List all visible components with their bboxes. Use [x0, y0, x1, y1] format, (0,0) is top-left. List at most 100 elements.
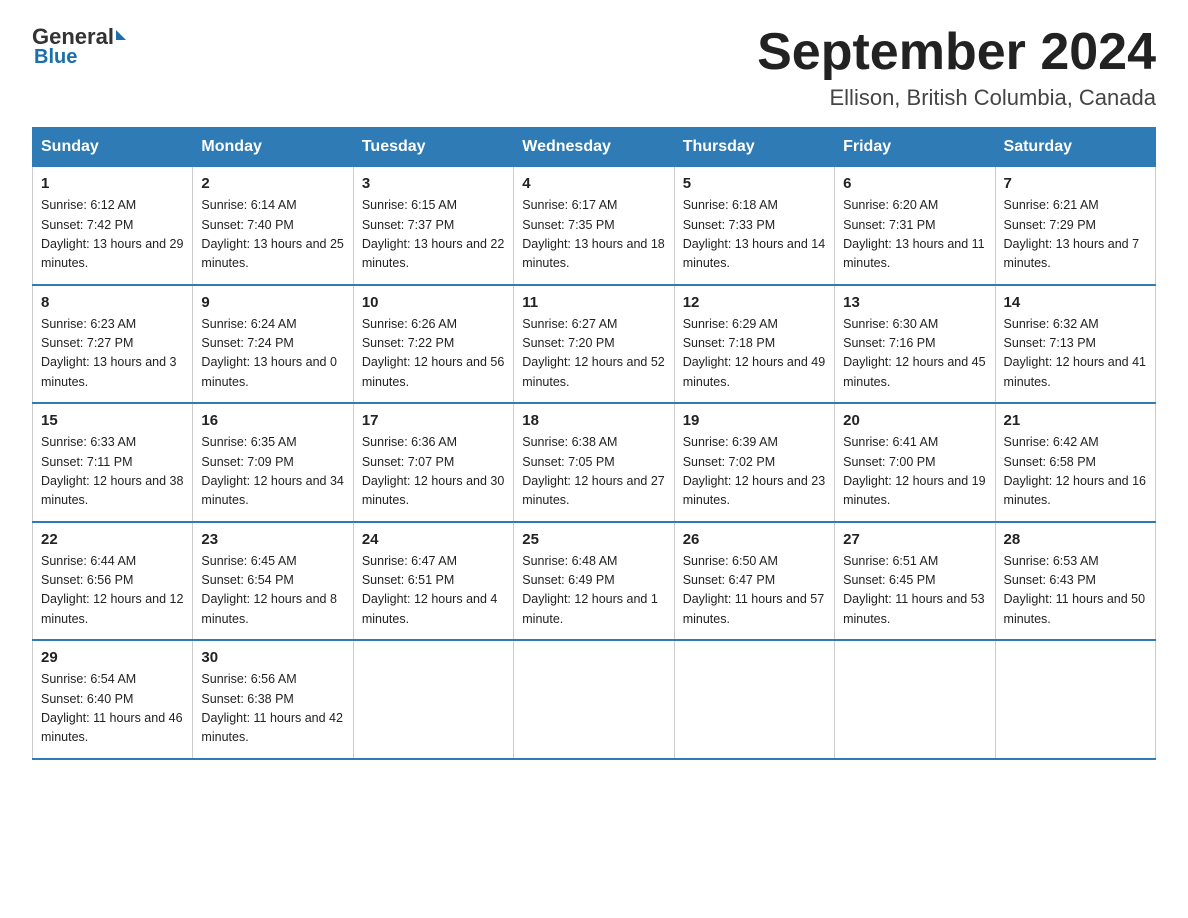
day-info: Sunrise: 6:36 AMSunset: 7:07 PMDaylight:… [362, 433, 505, 511]
calendar-cell: 27 Sunrise: 6:51 AMSunset: 6:45 PMDayligh… [835, 522, 995, 641]
weekday-header-tuesday: Tuesday [353, 128, 513, 167]
day-info: Sunrise: 6:26 AMSunset: 7:22 PMDaylight:… [362, 315, 505, 393]
calendar-cell: 4Sunrise: 6:17 AMSunset: 7:35 PMDaylight… [514, 167, 674, 285]
day-number: 10 [362, 294, 505, 311]
day-info: Sunrise: 6:20 AMSunset: 7:31 PMDaylight:… [843, 196, 986, 274]
calendar-cell: 25Sunrise: 6:48 AMSunset: 6:49 PMDayligh… [514, 522, 674, 641]
day-number: 26 [683, 531, 826, 548]
day-info: Sunrise: 6:15 AMSunset: 7:37 PMDaylight:… [362, 196, 505, 274]
day-info: Sunrise: 6:18 AMSunset: 7:33 PMDaylight:… [683, 196, 826, 274]
day-number: 18 [522, 412, 665, 429]
calendar-cell: 6 Sunrise: 6:20 AMSunset: 7:31 PMDaylight… [835, 167, 995, 285]
day-number: 11 [522, 294, 665, 311]
calendar-cell: 1 Sunrise: 6:12 AMSunset: 7:42 PMDaylight… [33, 167, 193, 285]
day-number: 24 [362, 531, 505, 548]
calendar-cell: 15 Sunrise: 6:33 AMSunset: 7:11 PMDayligh… [33, 403, 193, 522]
calendar-cell: 11 Sunrise: 6:27 AMSunset: 7:20 PMDayligh… [514, 285, 674, 404]
day-info: Sunrise: 6:42 AMSunset: 6:58 PMDaylight:… [1004, 433, 1147, 511]
day-info: Sunrise: 6:54 AMSunset: 6:40 PMDaylight:… [41, 670, 184, 748]
day-number: 27 [843, 531, 986, 548]
day-info: Sunrise: 6:35 AMSunset: 7:09 PMDaylight:… [201, 433, 344, 511]
day-info: Sunrise: 6:21 AMSunset: 7:29 PMDaylight:… [1004, 196, 1147, 274]
day-number: 5 [683, 175, 826, 192]
calendar-week-row: 8Sunrise: 6:23 AMSunset: 7:27 PMDaylight… [33, 285, 1156, 404]
calendar-cell: 5 Sunrise: 6:18 AMSunset: 7:33 PMDaylight… [674, 167, 834, 285]
calendar-week-row: 22Sunrise: 6:44 AMSunset: 6:56 PMDayligh… [33, 522, 1156, 641]
day-info: Sunrise: 6:45 AMSunset: 6:54 PMDaylight:… [201, 552, 344, 630]
day-number: 22 [41, 531, 184, 548]
calendar-cell: 19Sunrise: 6:39 AMSunset: 7:02 PMDayligh… [674, 403, 834, 522]
day-info: Sunrise: 6:14 AMSunset: 7:40 PMDaylight:… [201, 196, 344, 274]
day-number: 6 [843, 175, 986, 192]
calendar-cell: 22Sunrise: 6:44 AMSunset: 6:56 PMDayligh… [33, 522, 193, 641]
calendar-cell: 20Sunrise: 6:41 AMSunset: 7:00 PMDayligh… [835, 403, 995, 522]
calendar-cell: 16 Sunrise: 6:35 AMSunset: 7:09 PMDayligh… [193, 403, 353, 522]
calendar-cell: 26 Sunrise: 6:50 AMSunset: 6:47 PMDayligh… [674, 522, 834, 641]
day-info: Sunrise: 6:48 AMSunset: 6:49 PMDaylight:… [522, 552, 665, 630]
month-title: September 2024 [757, 24, 1156, 81]
day-info: Sunrise: 6:38 AMSunset: 7:05 PMDaylight:… [522, 433, 665, 511]
calendar-week-row: 29 Sunrise: 6:54 AMSunset: 6:40 PMDayligh… [33, 640, 1156, 759]
day-info: Sunrise: 6:32 AMSunset: 7:13 PMDaylight:… [1004, 315, 1147, 393]
calendar-cell: 12Sunrise: 6:29 AMSunset: 7:18 PMDayligh… [674, 285, 834, 404]
title-area: September 2024 Ellison, British Columbia… [757, 24, 1156, 111]
day-number: 17 [362, 412, 505, 429]
day-number: 3 [362, 175, 505, 192]
weekday-header-row: SundayMondayTuesdayWednesdayThursdayFrid… [33, 128, 1156, 167]
day-number: 28 [1004, 531, 1147, 548]
day-number: 7 [1004, 175, 1147, 192]
day-info: Sunrise: 6:51 AMSunset: 6:45 PMDaylight:… [843, 552, 986, 630]
calendar-cell [514, 640, 674, 759]
day-number: 14 [1004, 294, 1147, 311]
calendar-cell: 29 Sunrise: 6:54 AMSunset: 6:40 PMDayligh… [33, 640, 193, 759]
calendar-cell: 23 Sunrise: 6:45 AMSunset: 6:54 PMDayligh… [193, 522, 353, 641]
day-number: 30 [201, 649, 344, 666]
day-info: Sunrise: 6:56 AMSunset: 6:38 PMDaylight:… [201, 670, 344, 748]
day-number: 1 [41, 175, 184, 192]
day-info: Sunrise: 6:12 AMSunset: 7:42 PMDaylight:… [41, 196, 184, 274]
day-info: Sunrise: 6:33 AMSunset: 7:11 PMDaylight:… [41, 433, 184, 511]
day-number: 2 [201, 175, 344, 192]
calendar-cell: 21Sunrise: 6:42 AMSunset: 6:58 PMDayligh… [995, 403, 1155, 522]
weekday-header-monday: Monday [193, 128, 353, 167]
calendar-cell: 3 Sunrise: 6:15 AMSunset: 7:37 PMDaylight… [353, 167, 513, 285]
day-number: 9 [201, 294, 344, 311]
day-number: 23 [201, 531, 344, 548]
calendar-cell: 30 Sunrise: 6:56 AMSunset: 6:38 PMDayligh… [193, 640, 353, 759]
calendar-cell [835, 640, 995, 759]
day-info: Sunrise: 6:39 AMSunset: 7:02 PMDaylight:… [683, 433, 826, 511]
logo-triangle-icon [116, 30, 126, 40]
calendar-cell [995, 640, 1155, 759]
calendar-week-row: 1 Sunrise: 6:12 AMSunset: 7:42 PMDaylight… [33, 167, 1156, 285]
weekday-header-wednesday: Wednesday [514, 128, 674, 167]
day-number: 15 [41, 412, 184, 429]
day-info: Sunrise: 6:47 AMSunset: 6:51 PMDaylight:… [362, 552, 505, 630]
location-title: Ellison, British Columbia, Canada [757, 85, 1156, 111]
weekday-header-thursday: Thursday [674, 128, 834, 167]
calendar-cell: 10 Sunrise: 6:26 AMSunset: 7:22 PMDayligh… [353, 285, 513, 404]
calendar-cell: 18 Sunrise: 6:38 AMSunset: 7:05 PMDayligh… [514, 403, 674, 522]
calendar-cell: 2 Sunrise: 6:14 AMSunset: 7:40 PMDaylight… [193, 167, 353, 285]
day-info: Sunrise: 6:27 AMSunset: 7:20 PMDaylight:… [522, 315, 665, 393]
calendar-cell: 8Sunrise: 6:23 AMSunset: 7:27 PMDaylight… [33, 285, 193, 404]
day-info: Sunrise: 6:53 AMSunset: 6:43 PMDaylight:… [1004, 552, 1147, 630]
calendar-week-row: 15 Sunrise: 6:33 AMSunset: 7:11 PMDayligh… [33, 403, 1156, 522]
calendar-cell: 9 Sunrise: 6:24 AMSunset: 7:24 PMDaylight… [193, 285, 353, 404]
day-number: 16 [201, 412, 344, 429]
day-number: 12 [683, 294, 826, 311]
weekday-header-sunday: Sunday [33, 128, 193, 167]
day-info: Sunrise: 6:24 AMSunset: 7:24 PMDaylight:… [201, 315, 344, 393]
calendar-cell: 24 Sunrise: 6:47 AMSunset: 6:51 PMDayligh… [353, 522, 513, 641]
logo: General Blue [32, 24, 126, 69]
calendar-cell [353, 640, 513, 759]
day-info: Sunrise: 6:41 AMSunset: 7:00 PMDaylight:… [843, 433, 986, 511]
day-number: 29 [41, 649, 184, 666]
day-number: 13 [843, 294, 986, 311]
calendar-table: SundayMondayTuesdayWednesdayThursdayFrid… [32, 127, 1156, 760]
calendar-cell: 7 Sunrise: 6:21 AMSunset: 7:29 PMDaylight… [995, 167, 1155, 285]
weekday-header-saturday: Saturday [995, 128, 1155, 167]
calendar-cell: 13Sunrise: 6:30 AMSunset: 7:16 PMDayligh… [835, 285, 995, 404]
day-info: Sunrise: 6:50 AMSunset: 6:47 PMDaylight:… [683, 552, 826, 630]
day-number: 8 [41, 294, 184, 311]
day-number: 4 [522, 175, 665, 192]
